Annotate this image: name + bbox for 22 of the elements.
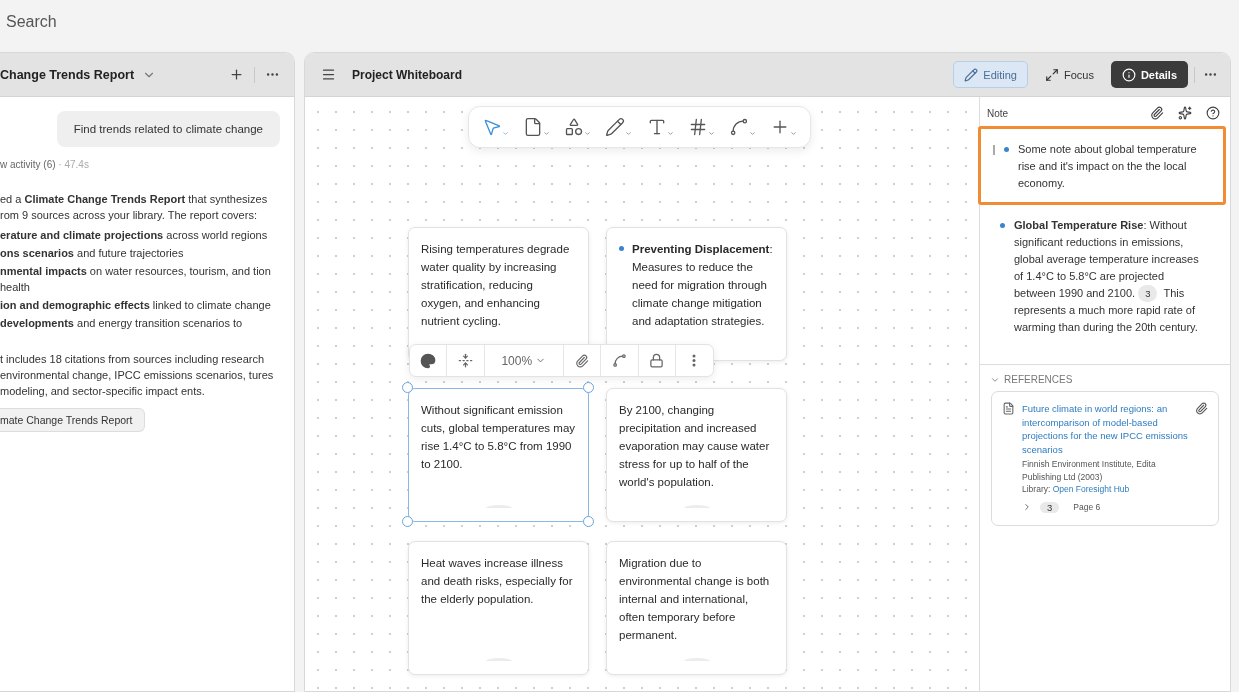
citation-number: 3	[1040, 501, 1060, 513]
chat-title: Change Trends Report	[0, 67, 135, 82]
card-text: Rising temperatures degrade water quality by increasing stratification, reducing oxygen, and enhancing nutrient cycling.	[421, 242, 571, 329]
card-text: Preventing Displacement: Measures to reduce the need for migration through climate change mitigation and adaptation strategies.	[632, 242, 774, 329]
card-text: Heat waves increase illness and death risks, especially for the elderly population.	[421, 556, 574, 607]
card-text: By 2100, changing precipitation and increased evaporation may cause water stress for up to half of the world's population.	[619, 403, 771, 490]
note-text: Global Temperature Rise: Without significant reductions in emissions, global average temperature increases of 1.4°C to 5.8°C are projected between 1990 and 2100. 3 This represents a much more rapid rate of warming than during the 20th century.	[1014, 218, 1200, 335]
reference-library: Library: Open Foresight Hub	[1022, 483, 1131, 496]
card-text: Without significant emission cuts, global temperatures may rise 1.4°C to 5.8°C from 1990 to 2100.	[421, 403, 576, 472]
response-text: ed a Climate Change Trends Report that synthesizes rom 9 sources across your library. The report covers:	[0, 192, 269, 223]
response-bullet: erature and climate projections across world regions	[0, 228, 269, 243]
response-summary: t includes 18 citations from sources including research environmental change, IPCC emissions scenarios, tures modeling, and sector-specific impact ents.	[0, 352, 275, 399]
page-number: Page 6	[1073, 502, 1101, 512]
reference-source: Finnish Environment Institute, Edita Publishing Ltd (2003)	[1022, 458, 1157, 483]
response-bullet: developments and energy transition scenarios to	[0, 316, 244, 331]
card-text: Migration due to environmental change is both internal and international, often temporary before permanent.	[619, 556, 771, 643]
whiteboard-title: Project Whiteboard	[352, 67, 462, 82]
note-heading: Note	[987, 107, 1010, 119]
user-message: Find trends related to climate change	[56, 111, 280, 147]
response-bullet: ion and demographic effects linked to climate change	[0, 298, 272, 313]
response-bullet: ons scenarios and future trajectories	[0, 246, 185, 261]
note-text: Some note about global temperature rise and it's impact on the the local economy.	[1018, 142, 1198, 191]
